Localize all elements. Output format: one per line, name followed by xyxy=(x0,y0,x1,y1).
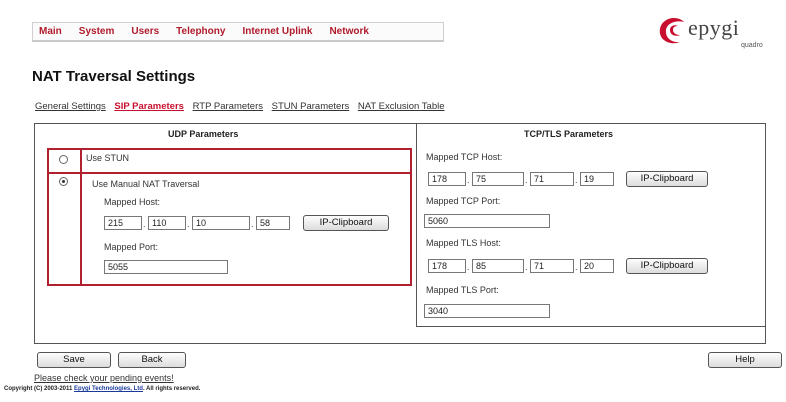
tls-ip-clipboard-button[interactable]: IP-Clipboard xyxy=(626,258,708,274)
tcp-host-octet-3[interactable]: 71 xyxy=(530,172,574,186)
tcp-section-title: TCP/TLS Parameters xyxy=(524,129,614,139)
nav-users[interactable]: Users xyxy=(131,26,159,37)
copyright-prefix: Copyright (C) 2003-2011 xyxy=(4,386,75,392)
nav-internet-uplink[interactable]: Internet Uplink xyxy=(242,26,312,37)
nav-telephony[interactable]: Telephony xyxy=(176,26,225,37)
pending-events-link[interactable]: Please check your pending events! xyxy=(34,373,174,383)
right-bottom-divider xyxy=(416,326,766,327)
tls-host-label: Mapped TLS Host: xyxy=(426,238,501,248)
logo-name: epygi xyxy=(688,15,740,40)
manual-nat-radio[interactable] xyxy=(59,177,68,186)
use-stun-separator xyxy=(80,148,82,174)
tab-general-settings[interactable]: General Settings xyxy=(35,101,106,112)
copyright-suffix: . All rights reserved. xyxy=(142,386,201,392)
tcp-port-input[interactable]: 5060 xyxy=(424,214,550,228)
nav-network[interactable]: Network xyxy=(329,26,368,37)
mapped-port-label: Mapped Port: xyxy=(104,242,159,252)
tcp-host-octet-1[interactable]: 178 xyxy=(428,172,466,186)
tls-port-input[interactable]: 3040 xyxy=(424,304,550,318)
tls-host-octet-1[interactable]: 178 xyxy=(428,259,466,273)
manual-nat-label: Use Manual NAT Traversal xyxy=(92,179,200,189)
epygi-logo: epygi quadro xyxy=(656,14,776,54)
manual-nat-separator xyxy=(80,172,82,286)
tab-sip-parameters[interactable]: SIP Parameters xyxy=(114,101,184,112)
mapped-port-input[interactable]: 5055 xyxy=(104,260,228,274)
logo-swoosh-icon xyxy=(659,17,684,44)
use-stun-radio[interactable] xyxy=(59,155,68,164)
nav-system[interactable]: System xyxy=(79,26,115,37)
back-button[interactable]: Back xyxy=(118,352,186,368)
epygi-technologies-link[interactable]: Epygi Technologies, Ltd xyxy=(74,386,143,392)
mapped-host-octet-4[interactable]: 58 xyxy=(256,216,290,230)
tab-stun-parameters[interactable]: STUN Parameters xyxy=(272,101,350,112)
mapped-host-octet-2[interactable]: 110 xyxy=(148,216,186,230)
top-nav: Main System Users Telephony Internet Upl… xyxy=(32,22,444,42)
tls-port-label: Mapped TLS Port: xyxy=(426,285,499,295)
tcp-host-octet-4[interactable]: 19 xyxy=(580,172,614,186)
tcp-ip-clipboard-button[interactable]: IP-Clipboard xyxy=(626,171,708,187)
mapped-host-octet-1[interactable]: 215 xyxy=(104,216,142,230)
tls-host-octet-3[interactable]: 71 xyxy=(530,259,574,273)
mapped-host-octet-3[interactable]: 10 xyxy=(192,216,250,230)
use-stun-label: Use STUN xyxy=(86,153,130,163)
column-divider xyxy=(416,123,417,327)
nav-main[interactable]: Main xyxy=(39,26,62,37)
tcp-port-label: Mapped TCP Port: xyxy=(426,196,501,206)
tcp-host-label: Mapped TCP Host: xyxy=(426,152,503,162)
logo-sub: quadro xyxy=(741,42,763,49)
help-button[interactable]: Help xyxy=(708,352,782,368)
tcp-host-octet-2[interactable]: 75 xyxy=(472,172,524,186)
tab-nat-exclusion-table[interactable]: NAT Exclusion Table xyxy=(358,101,445,112)
subtab-bar: General Settings SIP Parameters RTP Para… xyxy=(35,101,451,112)
mapped-host-label: Mapped Host: xyxy=(104,197,161,207)
tls-host-octet-4[interactable]: 20 xyxy=(580,259,614,273)
tab-rtp-parameters[interactable]: RTP Parameters xyxy=(193,101,263,112)
save-button[interactable]: Save xyxy=(37,352,111,368)
page-title: NAT Traversal Settings xyxy=(32,68,196,85)
udp-ip-clipboard-button[interactable]: IP-Clipboard xyxy=(303,215,389,231)
udp-section-title: UDP Parameters xyxy=(168,129,239,139)
tls-host-octet-2[interactable]: 85 xyxy=(472,259,524,273)
copyright: Copyright (C) 2003-2011 Epygi Technologi… xyxy=(4,386,200,392)
